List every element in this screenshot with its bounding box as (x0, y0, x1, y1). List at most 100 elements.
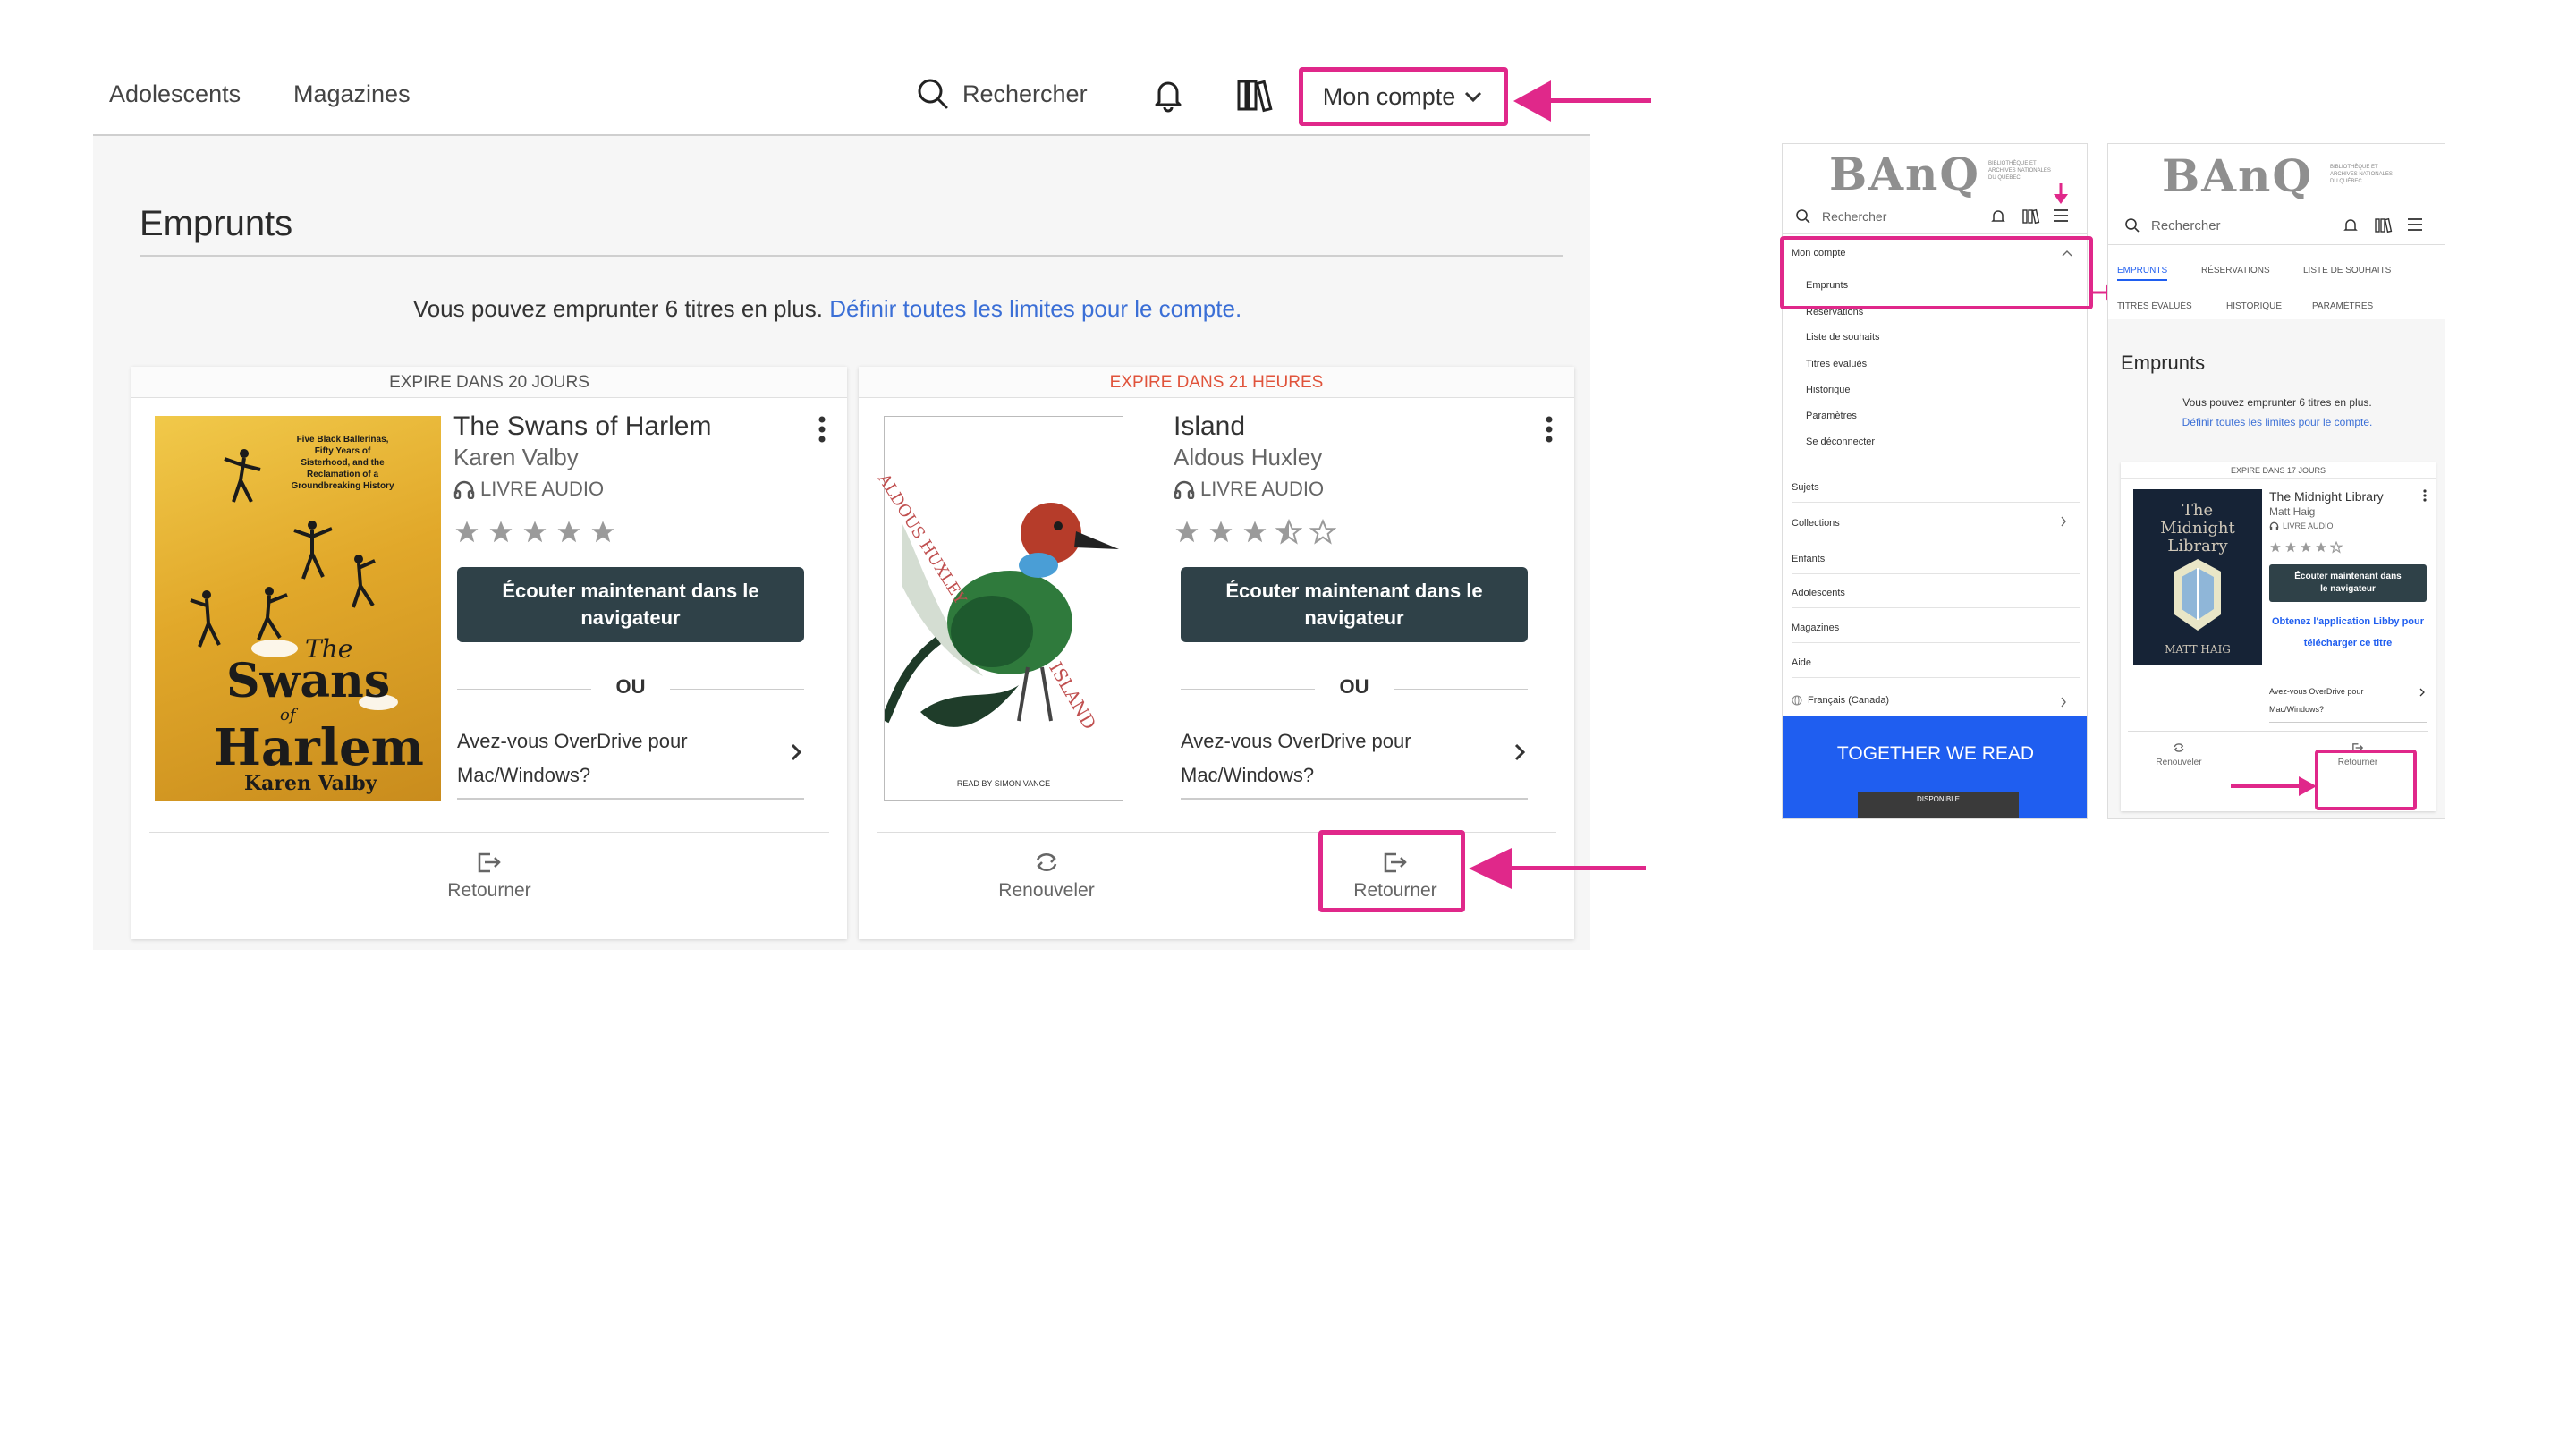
menu-section-subjects[interactable]: Sujets (1792, 482, 2080, 503)
star-icon[interactable] (487, 519, 514, 546)
book-author[interactable]: Aldous Huxley (1174, 444, 1322, 471)
menu-item-rated[interactable]: Titres évalués (1806, 359, 1867, 369)
star-icon[interactable] (521, 519, 548, 546)
libby-app-link[interactable]: Obtenez l'application Libby pour télécha… (2269, 611, 2427, 654)
nav-teens-link[interactable]: Adolescents (109, 80, 241, 108)
menu-section-help[interactable]: Aide (1792, 657, 2080, 678)
cover-art (885, 503, 1119, 727)
book-title[interactable]: Island (1174, 411, 1245, 442)
menu-item-wishlist[interactable]: Liste de souhaits (1806, 332, 1880, 343)
search-button[interactable]: Rechercher (1795, 208, 1886, 225)
rating-stars[interactable] (453, 519, 616, 546)
menu-section-magazines[interactable]: Magazines (1792, 623, 2080, 643)
book-cover[interactable]: Five Black Ballerinas, Fifty Years of Si… (155, 416, 441, 801)
tab-wishlist[interactable]: LISTE DE SOUHAITS (2303, 266, 2391, 275)
loan-card: EXPIRE DANS 21 HEURES ALDOUS HUXLEY ISLA… (859, 367, 1574, 939)
arrow-head-icon (1513, 80, 1551, 122)
tab-rated[interactable]: TITRES ÉVALUÉS (2117, 301, 2192, 311)
menu-item-sign-out[interactable]: Se déconnecter (1806, 436, 1875, 447)
search-button[interactable]: Rechercher (916, 77, 1088, 111)
arrow-shaft (1508, 866, 1646, 870)
globe-icon (1792, 695, 1802, 706)
tab-settings[interactable]: PARAMÈTRES (2312, 301, 2373, 311)
renew-button[interactable]: Renouveler (984, 850, 1109, 902)
listen-now-button[interactable]: Écouter maintenant dans le navigateur (2269, 564, 2427, 602)
books-icon[interactable] (2022, 208, 2040, 225)
book-author[interactable]: Matt Haig (2269, 505, 2315, 518)
bell-icon[interactable] (2343, 217, 2359, 233)
tab-holds[interactable]: RÉSERVATIONS (2201, 266, 2270, 275)
hamburger-menu-icon[interactable] (2053, 208, 2069, 223)
mobile-loans-screenshot: BAnQ BIBLIOTHÈQUE ET ARCHIVES NATIONALES… (2107, 143, 2445, 819)
format-label: LIVRE AUDIO (480, 478, 605, 500)
listen-now-button[interactable]: Écouter maintenant dans le navigateur (1181, 567, 1528, 642)
nav-magazines-link[interactable]: Magazines (293, 80, 411, 108)
search-icon (1796, 209, 1810, 224)
loan-limit-link[interactable]: Définir toutes les limites pour le compt… (829, 295, 1241, 322)
book-title[interactable]: The Swans of Harlem (453, 411, 711, 442)
star-outline-icon[interactable] (2330, 541, 2343, 554)
renew-label: Renouveler (998, 880, 1095, 901)
more-options-icon[interactable] (818, 416, 826, 443)
bell-icon[interactable] (1990, 208, 2006, 225)
book-author[interactable]: Karen Valby (453, 444, 579, 471)
books-icon[interactable] (2375, 217, 2393, 233)
bell-icon (1155, 81, 1182, 113)
card-actions-divider (2128, 731, 2428, 732)
more-options-icon[interactable] (1546, 416, 1553, 443)
star-icon[interactable] (589, 519, 616, 546)
rating-stars[interactable] (1174, 519, 1336, 546)
menu-section-children[interactable]: Enfants (1792, 554, 2080, 574)
star-icon[interactable] (2300, 541, 2312, 554)
arrow-shaft (1540, 98, 1651, 103)
rating-stars[interactable] (2269, 541, 2343, 554)
search-label: Rechercher (1822, 209, 1887, 224)
book-format: LIVRE AUDIO (1174, 478, 1324, 501)
star-half-icon[interactable] (1275, 519, 1302, 546)
listen-now-button[interactable]: Écouter maintenant dans le navigateur (457, 567, 804, 642)
format-label: LIVRE AUDIO (2283, 521, 2334, 530)
book-cover[interactable]: ALDOUS HUXLEY ISLAND READ BY SIMON VANCE (874, 416, 1123, 801)
hamburger-menu-icon[interactable] (2407, 217, 2423, 232)
menu-item-settings[interactable]: Paramètres (1806, 411, 1857, 421)
chevron-right-icon (1514, 743, 1526, 761)
return-icon (478, 852, 501, 873)
expiry-label: EXPIRE DANS 17 JOURS (2121, 462, 2436, 479)
tab-history[interactable]: HISTORIQUE (2226, 301, 2282, 311)
chevron-right-icon (2061, 516, 2066, 527)
language-selector[interactable]: Français (Canada) (1792, 695, 1889, 706)
overdrive-link[interactable]: Avez-vous OverDrive pour Mac/Windows? (1181, 724, 1528, 800)
loan-limit-link[interactable]: Définir toutes les limites pour le compt… (2108, 416, 2445, 428)
star-icon[interactable] (555, 519, 582, 546)
overdrive-link[interactable]: Avez-vous OverDrive pour Mac/Windows? (457, 724, 804, 800)
overdrive-link[interactable]: Avez-vous OverDrive pour Mac/Windows? (2269, 682, 2427, 723)
menu-section-teens[interactable]: Adolescents (1792, 588, 2080, 608)
star-icon[interactable] (1174, 519, 1200, 546)
promo-badge: DISPONIBLE (1916, 795, 1960, 803)
cover-reader: READ BY SIMON VANCE (956, 779, 1051, 788)
menu-section-collections[interactable]: Collections (1792, 518, 2080, 538)
cover-title: The Midnight Library (2160, 501, 2235, 555)
star-outline-icon[interactable] (1309, 519, 1336, 546)
star-icon[interactable] (1208, 519, 1234, 546)
headphones-icon (2269, 521, 2279, 530)
shelf-button[interactable] (1236, 77, 1277, 113)
notifications-button[interactable] (1150, 77, 1186, 113)
tab-loans[interactable]: EMPRUNTS (2117, 266, 2168, 281)
renew-button[interactable]: Renouveler (2148, 741, 2210, 767)
star-icon[interactable] (1241, 519, 1268, 546)
book-cover[interactable]: The Midnight Library MATT HAIG (2133, 489, 2262, 665)
book-title[interactable]: The Midnight Library (2269, 489, 2384, 504)
headphones-icon (453, 480, 475, 499)
star-icon[interactable] (453, 519, 480, 546)
star-icon[interactable] (2284, 541, 2297, 554)
star-icon[interactable] (2269, 541, 2282, 554)
promo-banner[interactable]: TOGETHER WE READ DISPONIBLE (1783, 716, 2087, 818)
more-options-icon[interactable] (2423, 489, 2427, 502)
search-button[interactable]: Rechercher (2124, 217, 2221, 233)
return-button[interactable]: Retourner (427, 850, 552, 902)
star-icon[interactable] (2315, 541, 2327, 554)
or-divider: OU (457, 675, 804, 702)
menu-item-history[interactable]: Historique (1806, 385, 1851, 395)
book-format: LIVRE AUDIO (2269, 521, 2334, 530)
